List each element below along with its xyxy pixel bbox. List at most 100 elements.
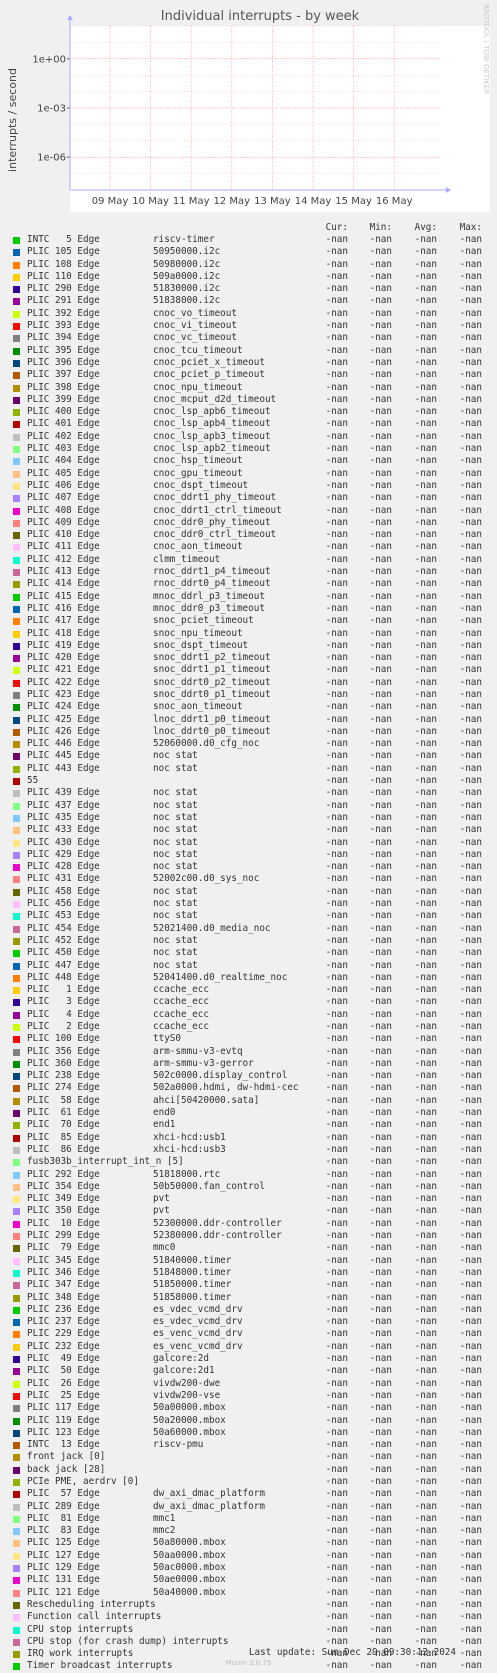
- legend-value-cur: -nan: [325, 934, 348, 946]
- legend-series-device: 51858000.timer: [153, 1291, 232, 1303]
- legend-value-max: -nan: [459, 1475, 482, 1487]
- legend-series-name: PLIC 127 Edge: [27, 1549, 100, 1561]
- legend-value-cur: -nan: [325, 541, 348, 553]
- legend-swatch: [13, 1220, 20, 1228]
- legend-value-max: -nan: [459, 910, 482, 922]
- legend-series-name: PLIC 83 Edge: [27, 1525, 100, 1537]
- legend-value-avg: -nan: [414, 676, 437, 688]
- legend-series-device: cnoc_vo_timeout: [153, 307, 237, 319]
- legend-value-min: -nan: [369, 1119, 392, 1131]
- legend-value-min: -nan: [369, 1389, 392, 1401]
- legend-series-name: PLIC 236 Edge: [27, 1303, 100, 1315]
- legend-value-avg: -nan: [414, 811, 437, 823]
- legend-value-min: -nan: [369, 553, 392, 565]
- legend-value-cur: -nan: [325, 578, 348, 590]
- legend-value-min: -nan: [369, 1586, 392, 1598]
- legend-swatch: [13, 347, 20, 355]
- legend-value-cur: -nan: [325, 1021, 348, 1032]
- legend-value-max: -nan: [459, 332, 482, 344]
- legend-series-name: PLIC 350 Edge: [27, 1205, 100, 1217]
- legend-value-cur: -nan: [325, 393, 348, 405]
- legend-value-cur: -nan: [325, 713, 348, 725]
- legend-value-max: -nan: [459, 1525, 482, 1537]
- legend-value-max: -nan: [459, 307, 482, 319]
- legend-value-min: -nan: [369, 369, 392, 381]
- legend-value-avg: -nan: [414, 787, 437, 799]
- legend-value-min: -nan: [369, 824, 392, 836]
- legend-series-name: PLIC 409 Edge: [27, 516, 100, 528]
- legend-value-cur: -nan: [325, 246, 348, 258]
- legend-series-name: PLIC 354 Edge: [27, 1180, 100, 1192]
- legend-value-avg: -nan: [414, 959, 437, 971]
- legend-value-cur: -nan: [325, 947, 348, 959]
- legend-series-name: PLIC 421 Edge: [27, 664, 100, 676]
- legend-value-cur: -nan: [325, 824, 348, 836]
- legend-value-avg: -nan: [414, 332, 437, 344]
- legend-series-device: mmc2: [153, 1525, 176, 1537]
- legend-series-device: end0: [153, 1107, 176, 1119]
- legend-value-min: -nan: [369, 1168, 392, 1180]
- legend-swatch: [13, 1159, 20, 1167]
- legend-value-cur: -nan: [325, 1033, 348, 1045]
- legend-value-avg: -nan: [414, 1119, 437, 1131]
- y-axis-label: interrupts / second: [6, 68, 19, 172]
- legend-item: PLIC 453 Edge noc stat -nan -nan -nan -nan: [13, 910, 497, 922]
- legend-series-device: xhci-hcd:usb3: [153, 1143, 226, 1155]
- legend-series-name: PLIC 405 Edge: [27, 467, 100, 479]
- legend-series-device: 52021400.d0_media_noc: [153, 922, 271, 934]
- legend-item: INTC 13 Edge riscv-pmu -nan -nan -nan -nan: [13, 1439, 497, 1451]
- legend-swatch: [13, 1466, 20, 1474]
- legend-value-max: -nan: [459, 1451, 482, 1463]
- legend-value-cur: -nan: [325, 1180, 348, 1192]
- legend-series-name: PLIC 25 Edge: [27, 1389, 100, 1401]
- legend-series-name: PLIC 61 Edge: [27, 1107, 100, 1119]
- legend-value-max: -nan: [459, 234, 482, 245]
- legend-value-min: -nan: [369, 1217, 392, 1229]
- legend-value-avg: -nan: [414, 1365, 437, 1377]
- legend-series-name: PLIC 400 Edge: [27, 406, 100, 418]
- legend-swatch: [13, 1060, 20, 1068]
- legend-series-device: noc stat: [153, 861, 198, 873]
- legend-series-name: PLIC 395 Edge: [27, 344, 100, 356]
- legend-value-min: -nan: [369, 1291, 392, 1303]
- legend-value-min: -nan: [369, 615, 392, 627]
- legend-value-cur: -nan: [325, 443, 348, 455]
- legend-value-min: -nan: [369, 701, 392, 713]
- legend-value-min: -nan: [369, 283, 392, 295]
- x-tick-label: 12 May: [214, 196, 251, 207]
- legend-series-name: PLIC 402 Edge: [27, 430, 100, 442]
- legend-value-cur: -nan: [325, 959, 348, 971]
- legend-swatch: [13, 593, 20, 601]
- legend-value-min: -nan: [369, 566, 392, 578]
- legend-value-avg: -nan: [414, 307, 437, 319]
- legend-value-avg: -nan: [414, 1439, 437, 1451]
- legend-series-device: cnoc_dspt_timeout: [153, 479, 249, 491]
- legend-series-device: ahci[50420000.sata]: [153, 1094, 260, 1106]
- legend-series-device: 52060000.d0_cfg_noc: [153, 738, 260, 750]
- legend-value-max: -nan: [459, 984, 482, 996]
- legend-series-device: noc stat: [153, 885, 198, 897]
- legend-series-name: PLIC 289 Edge: [27, 1500, 100, 1512]
- legend-value-max: -nan: [459, 295, 482, 307]
- legend-series-name: PLIC 418 Edge: [27, 627, 100, 639]
- legend-series-device: cnoc_ddrt1_phy_timeout: [153, 492, 277, 504]
- legend-value-min: -nan: [369, 356, 392, 368]
- legend-series-device: riscv-pmu: [153, 1439, 204, 1451]
- legend-value-min: -nan: [369, 1549, 392, 1561]
- legend-series-device: galcore:2d1: [153, 1365, 215, 1377]
- legend-swatch: [13, 999, 20, 1007]
- legend-swatch: [13, 519, 20, 527]
- legend-value-max: -nan: [459, 492, 482, 504]
- legend-item: PLIC 402 Edge cnoc_lsp_apb3_timeout -nan -n…: [13, 431, 497, 443]
- legend-value-avg: -nan: [414, 1217, 437, 1229]
- legend-value-min: -nan: [369, 1082, 392, 1094]
- legend-swatch: [13, 950, 20, 958]
- legend-value-cur: -nan: [325, 971, 348, 983]
- legend-series-name: front jack [0]: [27, 1451, 106, 1463]
- legend-series-name: PLIC 117 Edge: [27, 1402, 100, 1414]
- legend-item: PLIC 10 Edge 52300000.ddr-controller -nan -…: [13, 1218, 497, 1230]
- legend-value-cur: -nan: [325, 922, 348, 934]
- legend-series-device: 50a00000.mbox: [153, 1402, 226, 1414]
- legend-value-max: -nan: [459, 1021, 482, 1032]
- legend-swatch: [13, 261, 20, 269]
